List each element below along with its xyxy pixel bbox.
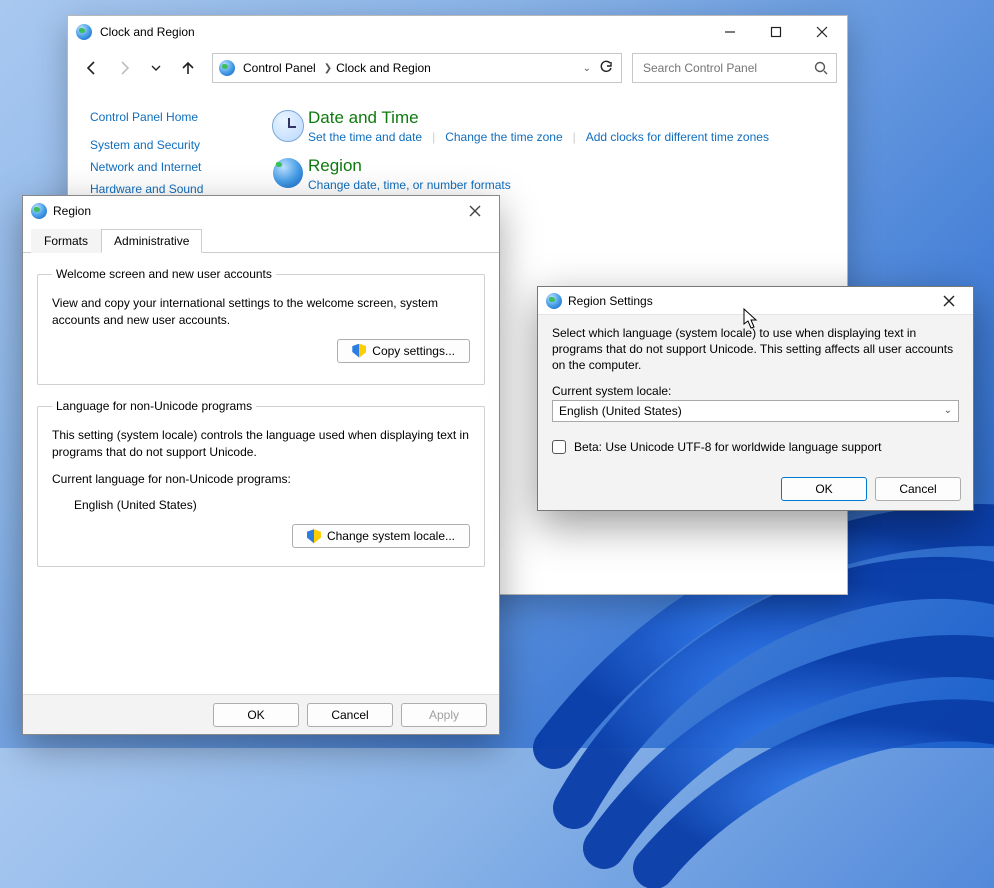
link-set-time-date[interactable]: Set the time and date — [308, 130, 422, 144]
chevron-down-icon: ⌄ — [944, 405, 952, 416]
close-button[interactable] — [929, 288, 969, 314]
address-bar[interactable]: Control Panel ❯ Clock and Region ⌄ — [212, 53, 622, 83]
globe-icon — [76, 24, 92, 40]
tab-administrative[interactable]: Administrative — [101, 229, 202, 253]
globe-icon — [31, 203, 47, 219]
nav-back-button[interactable] — [78, 54, 106, 82]
clock-icon — [272, 110, 304, 142]
search-box[interactable] — [632, 53, 837, 83]
cancel-button[interactable]: Cancel — [875, 477, 961, 501]
maximize-button[interactable] — [753, 17, 799, 47]
rs-locale-label: Current system locale: — [552, 384, 959, 398]
region-title: Region — [53, 204, 91, 218]
tab-formats[interactable]: Formats — [31, 229, 101, 253]
cp-titlebar[interactable]: Clock and Region — [68, 16, 847, 48]
section-heading[interactable]: Region — [308, 156, 837, 176]
recent-locations-button[interactable] — [142, 54, 170, 82]
region-dialog: Region Formats Administrative Welcome sc… — [22, 195, 500, 735]
cp-window-title: Clock and Region — [100, 25, 195, 39]
copy-settings-button[interactable]: Copy settings... — [337, 339, 470, 363]
sidebar-item[interactable]: Network and Internet — [90, 160, 268, 174]
globe-icon — [273, 158, 303, 188]
group-welcome-screen: Welcome screen and new user accounts Vie… — [37, 267, 485, 385]
chevron-right-icon[interactable]: ❯ — [324, 63, 332, 74]
cursor-icon — [743, 308, 759, 330]
nonunicode-text: This setting (system locale) controls th… — [52, 427, 470, 461]
section-date-time: Date and Time Set the time and date | Ch… — [268, 108, 837, 144]
search-input[interactable] — [641, 60, 814, 76]
globe-icon — [219, 60, 235, 76]
link-change-time-zone[interactable]: Change the time zone — [445, 130, 562, 144]
region-titlebar[interactable]: Region — [23, 196, 499, 226]
rs-title: Region Settings — [568, 294, 653, 308]
current-lang-value: English (United States) — [74, 497, 470, 514]
section-heading[interactable]: Date and Time — [308, 108, 837, 128]
sidebar-item[interactable]: Hardware and Sound — [90, 182, 268, 196]
welcome-text: View and copy your international setting… — [52, 295, 470, 329]
apply-button[interactable]: Apply — [401, 703, 487, 727]
search-icon — [814, 61, 828, 75]
group-legend: Welcome screen and new user accounts — [52, 267, 276, 281]
cp-toolbar: Control Panel ❯ Clock and Region ⌄ — [68, 48, 847, 88]
sidebar-home-link[interactable]: Control Panel Home — [90, 110, 268, 124]
refresh-button[interactable] — [599, 60, 615, 77]
utf8-checkbox[interactable] — [552, 440, 566, 454]
nav-up-button[interactable] — [174, 54, 202, 82]
group-non-unicode: Language for non-Unicode programs This s… — [37, 399, 485, 567]
shield-icon — [307, 529, 321, 543]
sidebar-item[interactable]: System and Security — [90, 138, 268, 152]
change-system-locale-button[interactable]: Change system locale... — [292, 524, 470, 548]
rs-footer: OK Cancel — [538, 468, 973, 510]
minimize-button[interactable] — [707, 17, 753, 47]
link-add-clocks[interactable]: Add clocks for different time zones — [586, 130, 769, 144]
current-lang-label: Current language for non-Unicode program… — [52, 471, 470, 488]
breadcrumb-item[interactable]: Control Panel — [243, 61, 316, 75]
ok-button[interactable]: OK — [213, 703, 299, 727]
system-locale-dropdown[interactable]: English (United States) ⌄ — [552, 400, 959, 422]
link-change-formats[interactable]: Change date, time, or number formats — [308, 178, 511, 192]
utf8-label[interactable]: Beta: Use Unicode UTF-8 for worldwide la… — [574, 440, 882, 454]
rs-description: Select which language (system locale) to… — [552, 325, 959, 374]
region-tabs: Formats Administrative — [23, 228, 499, 253]
system-locale-value: English (United States) — [559, 404, 682, 418]
region-footer: OK Cancel Apply — [23, 694, 499, 734]
group-legend: Language for non-Unicode programs — [52, 399, 256, 413]
nav-forward-button[interactable] — [110, 54, 138, 82]
close-button[interactable] — [799, 17, 845, 47]
chevron-down-icon[interactable]: ⌄ — [583, 63, 591, 74]
globe-icon — [546, 293, 562, 309]
shield-icon — [352, 344, 366, 358]
breadcrumb-item[interactable]: Clock and Region — [336, 61, 431, 75]
close-button[interactable] — [455, 198, 495, 224]
ok-button[interactable]: OK — [781, 477, 867, 501]
cancel-button[interactable]: Cancel — [307, 703, 393, 727]
section-region: Region Change date, time, or number form… — [268, 156, 837, 192]
